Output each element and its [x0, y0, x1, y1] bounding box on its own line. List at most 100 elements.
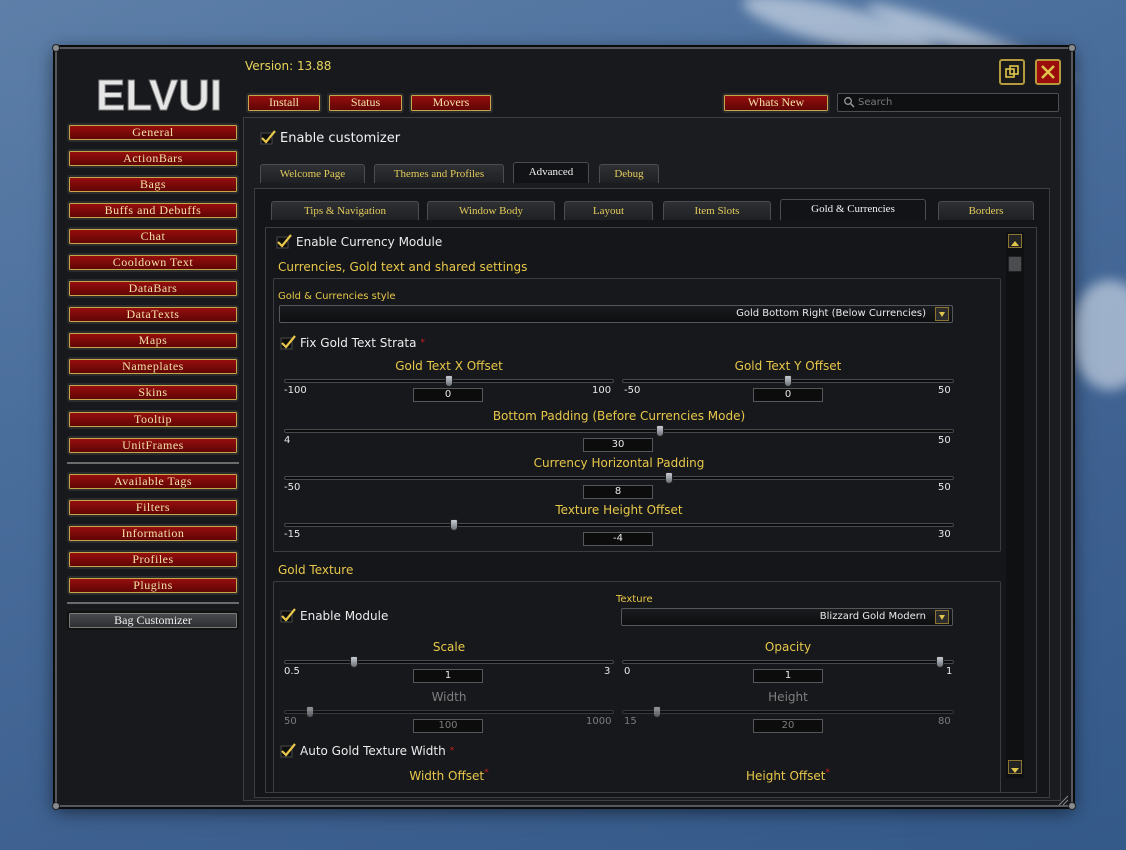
subtab-borders[interactable]: Borders	[938, 201, 1034, 220]
horizontal-padding-label: Currency Horizontal Padding	[533, 456, 705, 470]
auto-gold-texture-width-checkbox[interactable]: Auto Gold Texture Width *	[280, 743, 454, 759]
sidebar-item-cooldown-text[interactable]: Cooldown Text	[67, 253, 239, 272]
scale-min: 0.5	[284, 666, 300, 677]
resize-grip-icon[interactable]	[1057, 791, 1069, 806]
sidebar-item-information[interactable]: Information	[67, 524, 239, 543]
scrollbar-thumb[interactable]	[1008, 256, 1022, 272]
status-button[interactable]: Status	[327, 93, 404, 113]
opacity-value[interactable]: 1	[753, 669, 823, 683]
texture-height-offset-slider-track[interactable]	[284, 523, 954, 527]
gold-currencies-style-value: Gold Bottom Right (Below Currencies)	[736, 308, 926, 319]
advanced-tab-panel: Tips & Navigation Window Body Layout Ite…	[254, 188, 1050, 798]
required-marker: *	[449, 746, 455, 756]
maximize-button[interactable]	[999, 59, 1025, 85]
movers-button[interactable]: Movers	[409, 93, 493, 113]
scale-slider-track[interactable]	[284, 660, 614, 664]
sidebar-item-unitframes[interactable]: UnitFrames	[67, 436, 239, 455]
tab-welcome-page[interactable]: Welcome Page	[260, 164, 365, 183]
width-min: 50	[284, 716, 297, 727]
gold-texture-section-title: Gold Texture	[278, 563, 354, 577]
sidebar-item-buffs-debuffs[interactable]: Buffs and Debuffs	[67, 201, 239, 220]
opacity-min: 0	[624, 666, 631, 677]
sidebar-item-databars[interactable]: DataBars	[67, 279, 239, 298]
tab-advanced[interactable]: Advanced	[513, 162, 589, 183]
window-corner	[52, 44, 60, 52]
subtab-window-body[interactable]: Window Body	[427, 201, 555, 220]
window-corner	[1068, 802, 1076, 810]
install-button[interactable]: Install	[246, 93, 322, 113]
sidebar-divider	[67, 462, 239, 464]
gold-text-y-label: Gold Text Y Offset	[734, 359, 842, 373]
subtab-tips-navigation[interactable]: Tips & Navigation	[271, 201, 419, 220]
sidebar-item-filters[interactable]: Filters	[67, 498, 239, 517]
height-label: Height	[768, 690, 808, 704]
tab-debug[interactable]: Debug	[599, 164, 659, 183]
sidebar-item-bag-customizer[interactable]: Bag Customizer	[67, 611, 239, 630]
gold-text-y-min: -50	[624, 385, 641, 396]
gold-currencies-style-dropdown[interactable]: Gold Bottom Right (Below Currencies)	[279, 305, 953, 323]
texture-height-offset-slider-thumb[interactable]	[450, 519, 458, 531]
opacity-slider-thumb[interactable]	[936, 656, 944, 668]
sidebar-item-actionbars[interactable]: ActionBars	[67, 149, 239, 168]
gold-text-y-slider-thumb[interactable]	[784, 375, 792, 387]
dropdown-arrow-icon	[935, 610, 949, 624]
search-icon	[843, 96, 855, 114]
gold-text-x-value[interactable]: 0	[413, 388, 483, 402]
search-input[interactable]: Search	[837, 93, 1059, 112]
sidebar-item-nameplates[interactable]: Nameplates	[67, 357, 239, 376]
checkmark-icon	[260, 130, 276, 146]
scale-slider-thumb[interactable]	[350, 656, 358, 668]
gold-text-x-min: -100	[284, 385, 307, 396]
gold-text-y-value[interactable]: 0	[753, 388, 823, 402]
version-label: Version: 13.88	[245, 59, 332, 73]
scale-value[interactable]: 1	[413, 669, 483, 683]
texture-height-offset-value[interactable]: -4	[583, 532, 653, 546]
sidebar-divider	[67, 602, 239, 604]
currencies-section-title: Currencies, Gold text and shared setting…	[278, 260, 528, 274]
bottom-padding-value[interactable]: 30	[583, 438, 653, 452]
height-slider-track	[622, 710, 954, 714]
gold-text-x-slider-thumb[interactable]	[445, 375, 453, 387]
subtab-item-slots[interactable]: Item Slots	[663, 201, 771, 220]
sidebar-item-skins[interactable]: Skins	[67, 383, 239, 402]
bottom-padding-label: Bottom Padding (Before Currencies Mode)	[492, 409, 746, 423]
vertical-scrollbar[interactable]	[1006, 232, 1024, 778]
sidebar-item-chat[interactable]: Chat	[67, 227, 239, 246]
subtab-layout[interactable]: Layout	[564, 201, 653, 220]
horizontal-padding-slider-thumb[interactable]	[665, 472, 673, 484]
required-marker: *	[484, 768, 489, 778]
sidebar-item-tooltip[interactable]: Tooltip	[67, 410, 239, 429]
fix-gold-text-strata-checkbox[interactable]: Fix Gold Text Strata *	[280, 335, 425, 351]
sidebar-item-general[interactable]: General	[67, 123, 239, 142]
sidebar-item-plugins[interactable]: Plugins	[67, 576, 239, 595]
width-offset-label-text: Width Offset	[409, 769, 485, 783]
bottom-padding-min: 4	[284, 435, 291, 446]
scroll-down-icon[interactable]	[1008, 760, 1022, 774]
opacity-slider-track[interactable]	[622, 660, 954, 664]
enable-currency-module-checkbox[interactable]: Enable Currency Module	[276, 234, 442, 250]
scroll-up-icon[interactable]	[1008, 234, 1022, 248]
sidebar-item-bags[interactable]: Bags	[67, 175, 239, 194]
logo-text: ELVUI	[96, 71, 222, 118]
elvui-config-window: ELVUI Version: 13.88 Install Status Move…	[52, 44, 1076, 810]
texture-dropdown[interactable]: Blizzard Gold Modern	[621, 608, 953, 626]
opacity-label: Opacity	[764, 640, 812, 654]
horizontal-padding-slider-track[interactable]	[284, 476, 954, 480]
gold-texture-group: Enable Module Texture Blizzard Gold Mode…	[273, 581, 1001, 792]
subtab-gold-currencies[interactable]: Gold & Currencies	[780, 199, 926, 220]
sidebar-item-datatexts[interactable]: DataTexts	[67, 305, 239, 324]
sidebar-item-maps[interactable]: Maps	[67, 331, 239, 350]
sidebar-item-profiles[interactable]: Profiles	[67, 550, 239, 569]
enable-customizer-checkbox[interactable]: Enable customizer	[260, 130, 400, 146]
required-marker: *	[825, 768, 831, 778]
gold-text-y-max: 50	[938, 385, 951, 396]
sidebar-item-available-tags[interactable]: Available Tags	[67, 472, 239, 491]
close-button[interactable]	[1035, 59, 1061, 85]
tab-themes-profiles[interactable]: Themes and Profiles	[374, 164, 504, 183]
horizontal-padding-value[interactable]: 8	[583, 485, 653, 499]
whats-new-button[interactable]: Whats New	[722, 93, 830, 113]
texture-value: Blizzard Gold Modern	[819, 611, 926, 622]
bottom-padding-slider-track[interactable]	[284, 429, 954, 433]
enable-gold-texture-checkbox[interactable]: Enable Module	[280, 608, 388, 624]
bottom-padding-slider-thumb[interactable]	[656, 425, 664, 437]
